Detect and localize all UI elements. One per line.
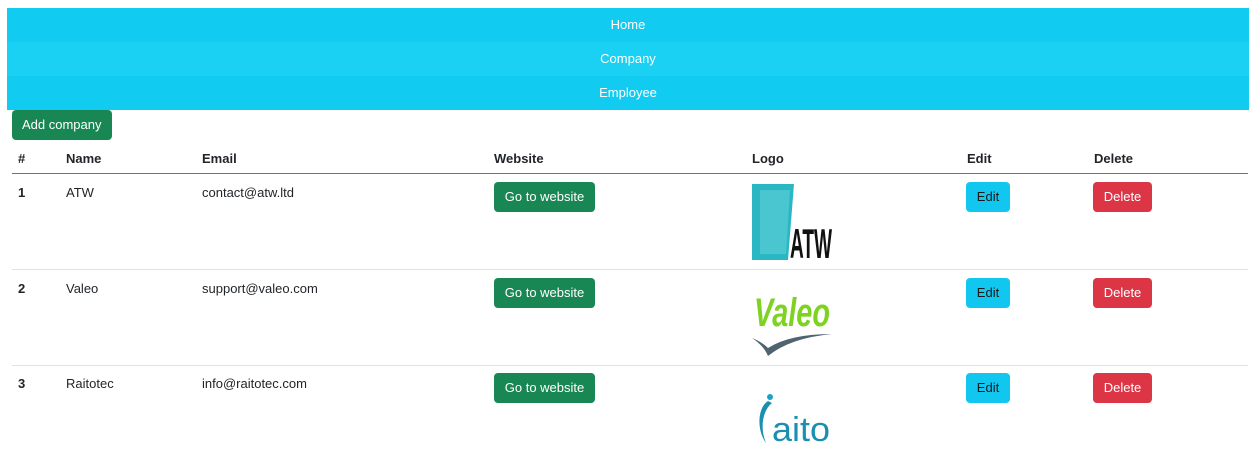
header-email: Email <box>202 151 237 166</box>
valeo-logo-text: Valeo <box>754 291 830 335</box>
company-name: ATW <box>66 185 94 200</box>
header-number: # <box>18 151 26 166</box>
table-row: 3 Raitotec info@raitotec.com Go to websi… <box>12 365 1248 460</box>
company-email: contact@atw.ltd <box>202 185 294 200</box>
add-company-button[interactable]: Add company <box>12 110 112 140</box>
table-row: 2 Valeo support@valeo.com Go to website … <box>12 270 1248 366</box>
go-to-website-button[interactable]: Go to website <box>494 373 595 403</box>
nav-employee[interactable]: Employee <box>7 76 1249 110</box>
company-name: Raitotec <box>66 376 114 391</box>
nav-company[interactable]: Company <box>7 42 1249 76</box>
delete-button[interactable]: Delete <box>1093 182 1152 212</box>
top-navigation: Home Company Employee <box>7 8 1249 110</box>
raitotec-logo-text: aito <box>772 411 830 449</box>
table-header: # Name Email Website Logo Edit Delete <box>12 145 1248 174</box>
header-logo: Logo <box>752 151 784 166</box>
header-name: Name <box>66 151 102 166</box>
row-number: 3 <box>18 376 26 391</box>
company-name: Valeo <box>66 281 99 296</box>
row-number: 2 <box>18 281 26 296</box>
header-delete: Delete <box>1094 151 1134 166</box>
edit-button[interactable]: Edit <box>966 373 1010 403</box>
header-edit: Edit <box>967 151 992 166</box>
company-email: support@valeo.com <box>202 281 318 296</box>
table-row: 1 ATW contact@atw.ltd Go to website ATW … <box>12 174 1248 270</box>
atw-logo: ATW <box>752 184 832 264</box>
raitotec-logo: aito <box>759 394 830 449</box>
go-to-website-button[interactable]: Go to website <box>494 278 595 308</box>
delete-button[interactable]: Delete <box>1093 373 1152 403</box>
atw-logo-text: ATW <box>790 220 832 264</box>
company-email: info@raitotec.com <box>202 376 307 391</box>
delete-button[interactable]: Delete <box>1093 278 1152 308</box>
nav-home[interactable]: Home <box>7 8 1249 42</box>
header-website: Website <box>494 151 544 166</box>
row-number: 1 <box>18 185 26 200</box>
go-to-website-button[interactable]: Go to website <box>494 182 595 212</box>
valeo-logo: Valeo <box>752 291 832 356</box>
edit-button[interactable]: Edit <box>966 182 1010 212</box>
edit-button[interactable]: Edit <box>966 278 1010 308</box>
